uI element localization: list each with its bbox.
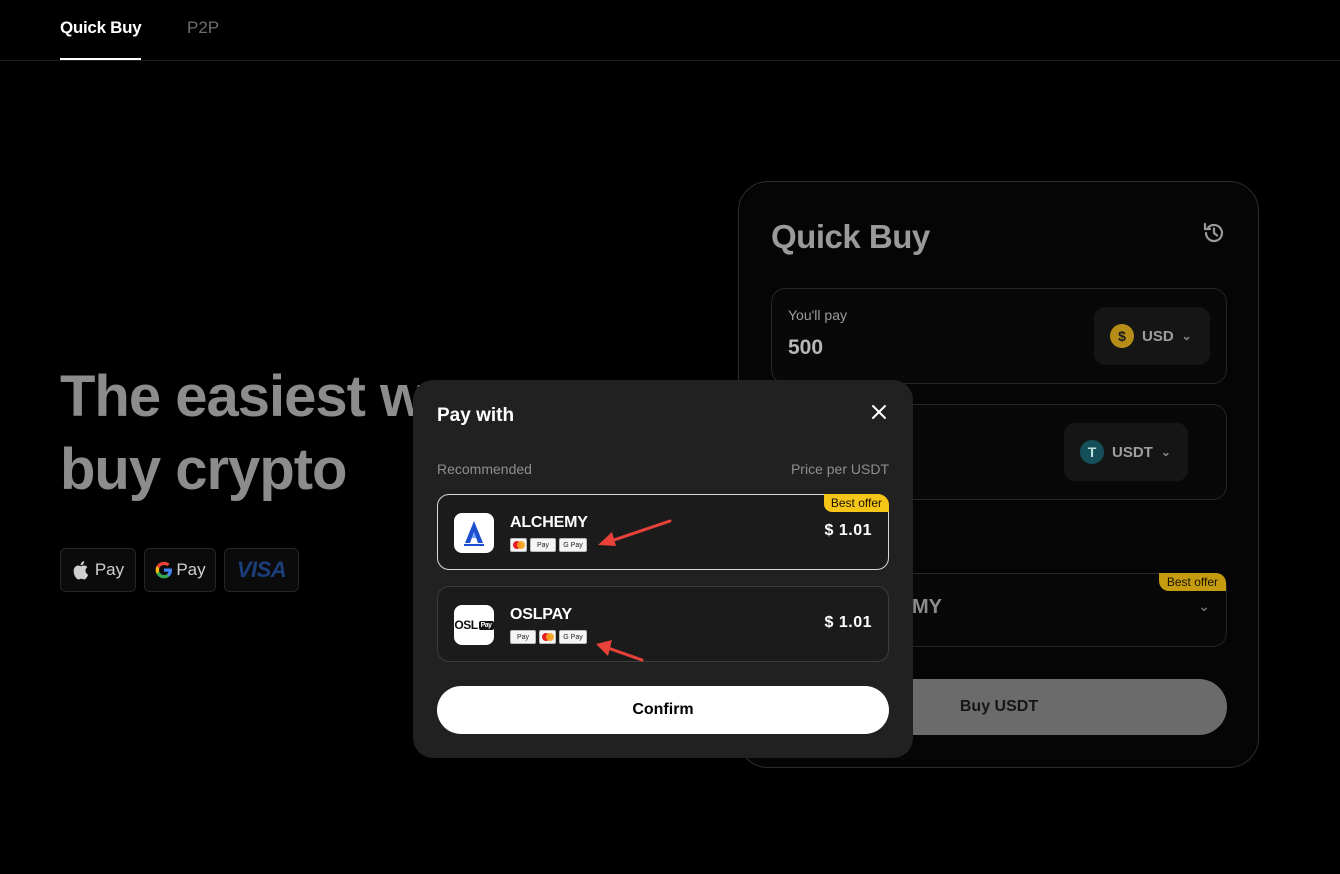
provider-price: $ 1.01: [824, 522, 872, 539]
hero-line-1: The easiest w: [60, 364, 425, 429]
currency-select-usdt[interactable]: T USDT ⌄: [1064, 423, 1188, 481]
currency-label: USD: [1142, 327, 1174, 345]
card-title: Quick Buy: [771, 218, 930, 255]
mastercard-icon: [539, 630, 556, 644]
mastercard-icon: [510, 538, 527, 552]
usd-coin-icon: $: [1110, 324, 1134, 348]
provider-name: ALCHEMY: [510, 514, 588, 531]
top-nav: Quick Buy P2P: [0, 0, 1340, 61]
price-per-label: Price per USDT: [790, 461, 889, 477]
apple-icon: [73, 561, 88, 580]
google-g-icon: [156, 561, 173, 579]
google-pay-icon: G Pay: [559, 538, 587, 552]
usdt-coin-icon: T: [1080, 440, 1104, 464]
pay-label: You'll pay: [788, 307, 847, 323]
history-icon[interactable]: [1201, 220, 1227, 246]
confirm-button[interactable]: Confirm: [437, 686, 889, 734]
alchemy-logo-icon: [454, 513, 494, 553]
google-pay-label: Pay: [176, 560, 206, 579]
best-offer-badge: Best offer: [823, 494, 889, 512]
currency-select-usd[interactable]: $ USD ⌄: [1094, 307, 1210, 365]
visa-badge: VISA: [224, 548, 299, 592]
close-icon[interactable]: [869, 402, 889, 422]
crypto-label: USDT: [1112, 443, 1153, 461]
tab-quick-buy[interactable]: Quick Buy: [60, 18, 142, 60]
oslpay-logo-icon: OSL Pay: [454, 605, 494, 645]
chevron-down-icon: ⌄: [1160, 445, 1171, 459]
apple-pay-icon: Pay: [530, 538, 556, 552]
recommended-label: Recommended: [437, 461, 532, 477]
pay-with-modal: Pay with Recommended Price per USDT ALCH…: [413, 380, 913, 758]
payment-methods: Pay G Pay: [510, 538, 587, 552]
best-offer-badge: Best offer: [1158, 573, 1226, 591]
provider-option-oslpay[interactable]: OSL Pay OSLPAY Pay G Pay $ 1.01: [437, 586, 889, 662]
provider-name: OSLPAY: [510, 606, 572, 623]
pay-amount-input[interactable]: 500: [788, 336, 823, 360]
payment-badges: Pay Pay VISA: [60, 548, 299, 592]
chevron-down-icon: ⌄: [1181, 329, 1192, 343]
chevron-down-icon: ⌄: [1198, 598, 1210, 614]
payment-methods: Pay G Pay: [510, 630, 587, 644]
annotation-arrow-icon: [598, 519, 672, 546]
apple-pay-icon: Pay: [510, 630, 536, 644]
annotation-arrow-icon: [596, 640, 644, 662]
google-pay-badge: Pay: [144, 548, 216, 592]
hero-line-2: buy crypto: [60, 437, 348, 502]
provider-name: MY: [912, 596, 942, 618]
hero-heading: The easiest w buy crypto: [60, 360, 425, 506]
pay-amount-field[interactable]: You'll pay 500 $ USD ⌄: [771, 288, 1227, 384]
apple-pay-badge: Pay: [60, 548, 136, 592]
google-pay-icon: G Pay: [559, 630, 587, 644]
provider-price: $ 1.01: [824, 614, 872, 631]
apple-pay-label: Pay: [94, 560, 125, 579]
tab-p2p[interactable]: P2P: [187, 18, 219, 38]
modal-title: Pay with: [437, 405, 515, 426]
